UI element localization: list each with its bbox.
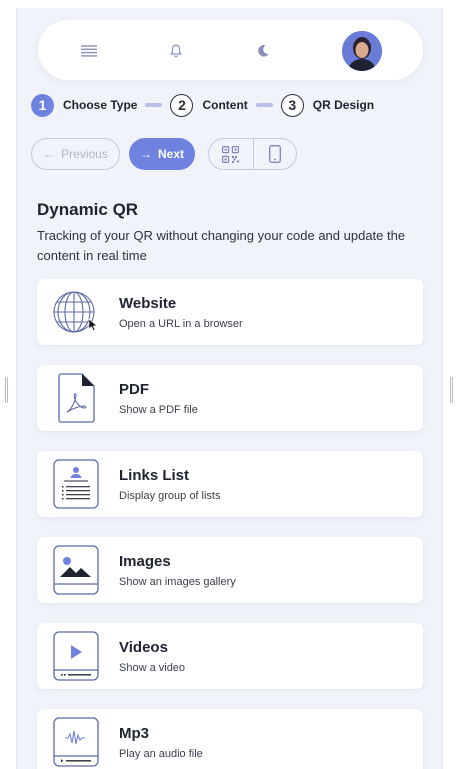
card-title: Images	[119, 553, 171, 570]
moon-icon[interactable]	[252, 40, 274, 62]
step-1-label[interactable]: Choose Type	[63, 98, 137, 112]
qr-type-card-images[interactable]: Images Show an images gallery	[37, 537, 423, 603]
qr-type-card-pdf[interactable]: PDF Show a PDF file	[37, 365, 423, 431]
card-subtitle: Display group of lists	[119, 490, 221, 502]
card-subtitle: Open a URL in a browser	[119, 318, 243, 330]
qr-type-card-videos[interactable]: Videos Show a video	[37, 623, 423, 689]
phone-icon	[268, 145, 281, 163]
card-title: Mp3	[119, 725, 149, 742]
card-title: PDF	[119, 381, 149, 398]
links-list-icon	[52, 459, 100, 509]
user-avatar[interactable]	[342, 31, 382, 71]
left-resize-handle[interactable]	[5, 377, 8, 403]
card-subtitle: Show an images gallery	[119, 576, 236, 588]
pdf-icon	[52, 373, 100, 423]
preview-toggle	[208, 138, 297, 170]
step-3-label[interactable]: QR Design	[313, 98, 374, 112]
card-subtitle: Show a video	[119, 662, 186, 674]
video-icon	[52, 631, 100, 681]
arrow-right-icon: →	[139, 147, 152, 161]
card-subtitle: Show a PDF file	[119, 404, 198, 416]
images-icon	[52, 545, 100, 595]
card-subtitle: Play an audio file	[119, 748, 203, 760]
step-1-number[interactable]: 1	[31, 93, 54, 117]
previous-button[interactable]: ← Previous	[31, 138, 120, 170]
step-3-number[interactable]: 3	[280, 93, 304, 117]
stepper: 1 Choose Type 2 Content 3 QR Design	[31, 93, 374, 117]
phone-preview-toggle[interactable]	[252, 139, 297, 169]
step-connector	[255, 103, 273, 107]
mobile-panel: 1 Choose Type 2 Content 3 QR Design ← Pr…	[16, 8, 443, 769]
step-connector	[145, 103, 163, 107]
section-description: Tracking of your QR without changing you…	[37, 228, 406, 263]
globe-icon	[52, 288, 100, 336]
menu-icon[interactable]	[78, 40, 100, 62]
top-bar	[38, 20, 423, 80]
card-title: Website	[119, 295, 177, 312]
arrow-left-icon: ←	[43, 147, 56, 161]
previous-label: Previous	[61, 147, 108, 161]
right-resize-handle[interactable]	[450, 377, 453, 403]
audio-icon	[52, 717, 100, 767]
step-2-label[interactable]: Content	[202, 98, 247, 112]
next-button[interactable]: → Next	[129, 138, 195, 170]
section-title: Dynamic QR	[37, 200, 139, 219]
step-2-number[interactable]: 2	[170, 93, 194, 117]
card-title: Videos	[119, 639, 168, 656]
qr-type-card-website[interactable]: Website Open a URL in a browser	[37, 279, 423, 345]
card-title: Links List	[119, 467, 190, 484]
next-label: Next	[157, 147, 184, 161]
qr-preview-toggle[interactable]	[209, 139, 253, 169]
qr-type-card-links-list[interactable]: Links List Display group of lists	[37, 451, 423, 517]
qr-code-icon	[222, 145, 240, 163]
bell-icon[interactable]	[165, 40, 187, 62]
qr-type-card-mp3[interactable]: Mp3 Play an audio file	[37, 709, 423, 769]
